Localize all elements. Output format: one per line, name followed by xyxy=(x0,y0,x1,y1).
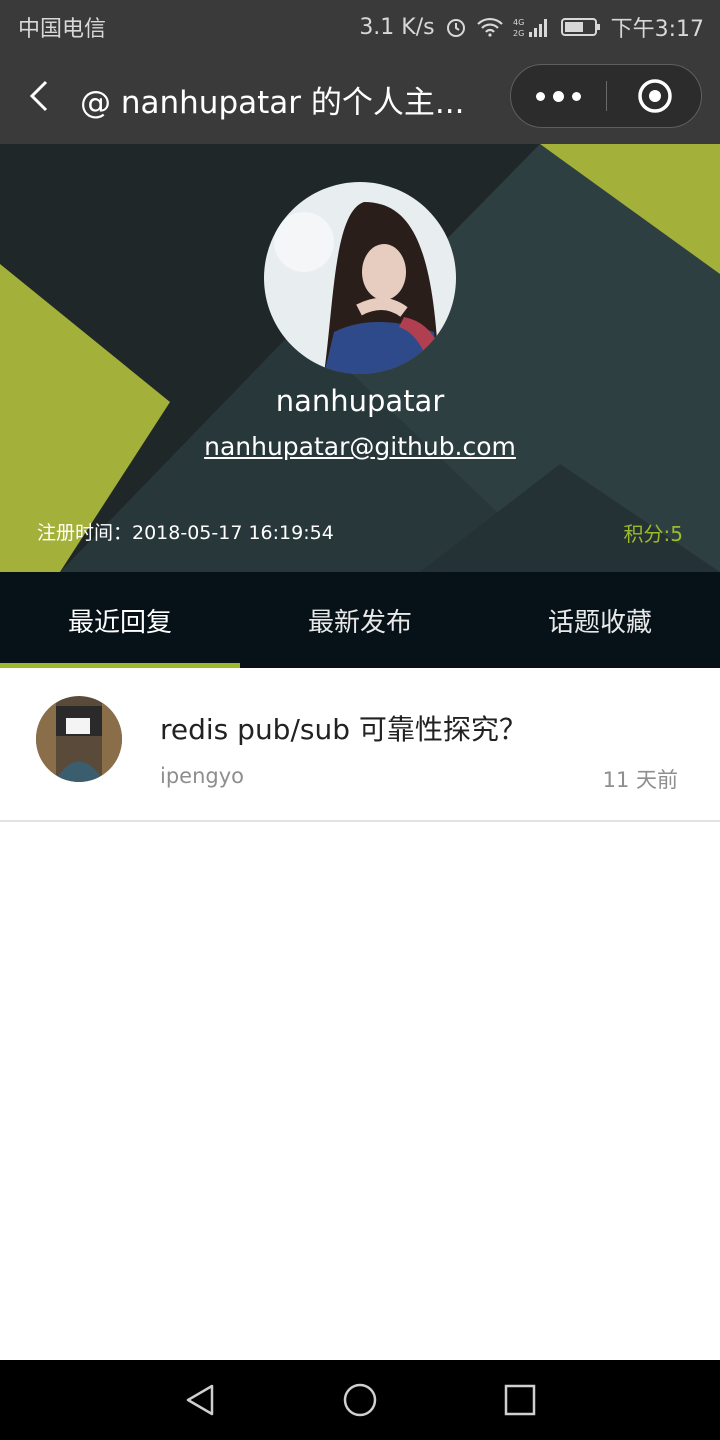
nav-home-icon[interactable] xyxy=(340,1380,380,1420)
profile-email-link[interactable]: nanhupatar@github.com xyxy=(0,432,720,461)
signal-icon: 4G 2G xyxy=(513,16,551,38)
back-icon[interactable] xyxy=(22,76,62,116)
topic-author: ipengyo xyxy=(160,764,244,788)
nav-bar: @ nanhupatar 的个人主... xyxy=(0,50,720,144)
svg-text:2G: 2G xyxy=(513,29,524,38)
tab-bar: 最近回复 最新发布 话题收藏 xyxy=(0,572,720,668)
tab-recent-replies[interactable]: 最近回复 xyxy=(0,572,240,668)
reply-list: redis pub/sub 可靠性探究？ ipengyo 11 天前 xyxy=(0,668,720,822)
author-avatar[interactable] xyxy=(36,696,122,782)
system-nav-bar xyxy=(0,1360,720,1440)
clock: 下午3:17 xyxy=(610,17,704,42)
page-title: @ nanhupatar 的个人主... xyxy=(80,85,465,121)
more-icon[interactable] xyxy=(511,65,606,127)
topic-time: 11 天前 xyxy=(602,768,678,792)
profile-banner: nanhupatar nanhupatar@github.com 注册时间：20… xyxy=(0,144,720,572)
register-time: 注册时间：2018-05-17 16:19:54 xyxy=(37,522,334,544)
status-bar: 中国电信 3.1 K/s 4G 2G 下午3:17 xyxy=(0,0,720,50)
miniprogram-capsule xyxy=(510,64,702,128)
close-target-icon[interactable] xyxy=(607,65,702,127)
tab-latest-posts[interactable]: 最新发布 xyxy=(240,572,480,668)
svg-text:4G: 4G xyxy=(513,18,524,27)
list-item[interactable]: redis pub/sub 可靠性探究？ ipengyo 11 天前 xyxy=(0,668,720,822)
profile-username: nanhupatar xyxy=(275,384,445,418)
network-speed: 3.1 K/s xyxy=(359,14,435,40)
topic-title[interactable]: redis pub/sub 可靠性探究？ xyxy=(160,708,527,748)
nav-back-icon[interactable] xyxy=(180,1380,220,1420)
status-right: 3.1 K/s 4G 2G 下午3:17 xyxy=(359,11,704,43)
tab-favorite-topics[interactable]: 话题收藏 xyxy=(480,572,720,668)
avatar[interactable] xyxy=(264,182,456,374)
alarm-icon xyxy=(445,16,467,38)
carrier-label: 中国电信 xyxy=(18,17,107,42)
nav-recents-icon[interactable] xyxy=(500,1380,540,1420)
points-label: 积分:5 xyxy=(623,522,683,546)
wifi-icon xyxy=(476,17,503,37)
battery-icon xyxy=(560,17,601,37)
